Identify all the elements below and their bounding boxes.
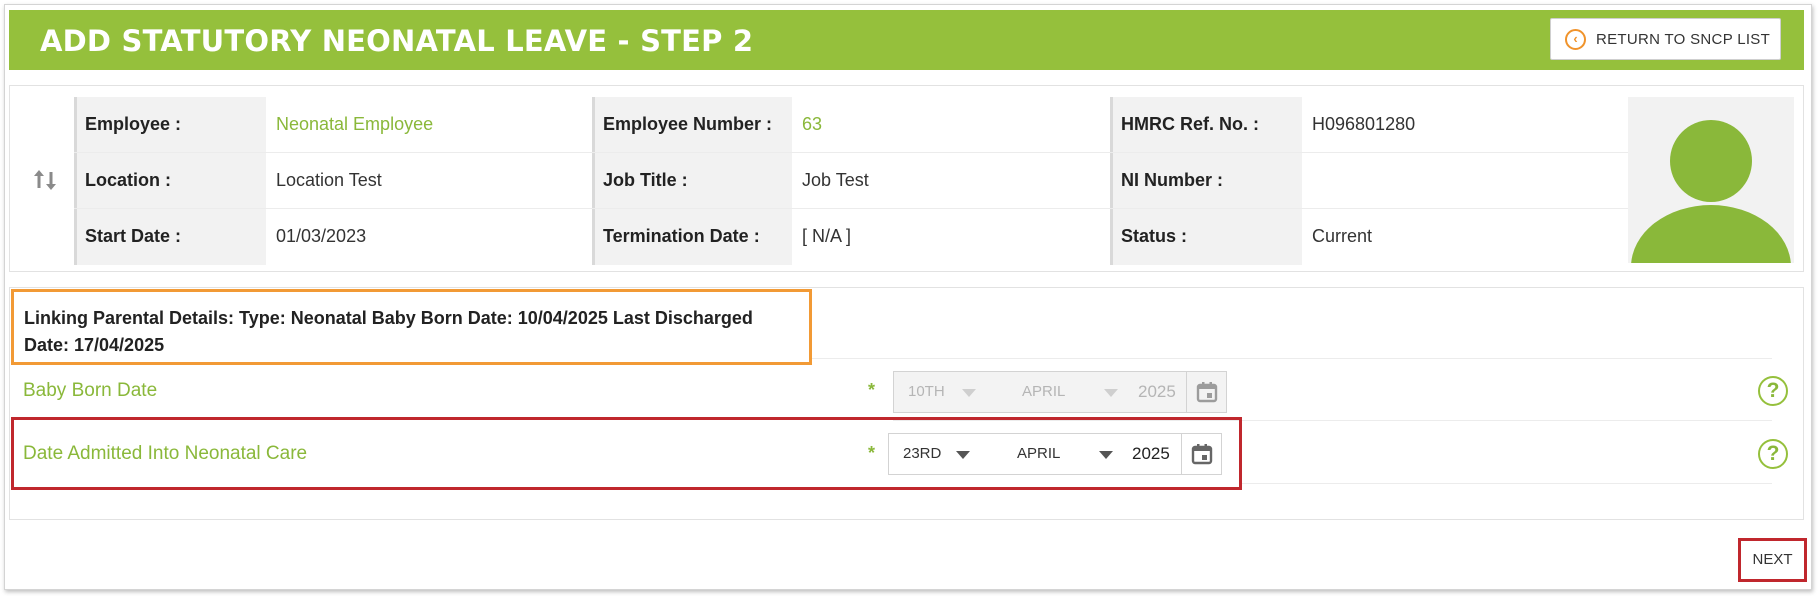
swap-vertical-icon[interactable] — [31, 166, 59, 194]
help-icon[interactable]: ? — [1758, 439, 1788, 469]
chevron-left-circle-icon: ‹ — [1565, 28, 1586, 50]
status-label: Status : — [1110, 209, 1302, 265]
date-admitted-label: Date Admitted Into Neonatal Care — [23, 443, 308, 464]
start-date-cell: Start Date : 01/03/2023 — [74, 209, 592, 265]
chevron-down-icon — [962, 389, 976, 397]
help-icon[interactable]: ? — [1758, 376, 1788, 406]
employee-summary-card: Employee : Neonatal Employee Employee Nu… — [9, 85, 1804, 272]
job-title-label: Job Title : — [592, 153, 792, 208]
admitted-year-input[interactable]: 2025 — [1132, 434, 1170, 474]
location-cell: Location : Location Test — [74, 153, 592, 208]
next-button[interactable]: NEXT — [1738, 538, 1807, 582]
location-value: Location Test — [276, 170, 382, 190]
required-asterisk: * — [868, 380, 876, 400]
date-admitted-picker: 23RD APRIL 2025 — [888, 433, 1222, 475]
chevron-down-icon[interactable] — [1099, 451, 1113, 459]
employee-label: Employee : — [74, 97, 266, 152]
baby-born-day-select: 10TH — [908, 383, 945, 400]
employee-row: Start Date : 01/03/2023 Termination Date… — [74, 209, 1630, 265]
return-button-label: RETURN TO SNCP LIST — [1596, 30, 1771, 48]
chevron-down-icon — [1104, 389, 1118, 397]
ni-number-label: NI Number : — [1110, 153, 1302, 208]
divider — [812, 358, 1772, 359]
required-asterisk: * — [868, 443, 876, 463]
hmrc-ref-cell: HMRC Ref. No. : H096801280 — [1110, 97, 1628, 152]
avatar — [1628, 97, 1794, 263]
employee-name-cell: Employee : Neonatal Employee — [74, 97, 592, 152]
ni-number-value — [1302, 153, 1628, 208]
page-title: ADD STATUTORY NEONATAL LEAVE - STEP 2 — [40, 24, 754, 58]
return-to-sncp-list-button[interactable]: ‹ RETURN TO SNCP LIST — [1550, 18, 1781, 60]
ni-number-cell: NI Number : — [1110, 153, 1628, 208]
employee-details-grid: Employee : Neonatal Employee Employee Nu… — [74, 97, 1630, 265]
termination-date-cell: Termination Date : [ N/A ] — [592, 209, 1110, 265]
user-silhouette-icon — [1631, 120, 1791, 263]
status-value: Current — [1312, 226, 1373, 246]
location-label: Location : — [74, 153, 266, 208]
hmrc-ref-value: H096801280 — [1312, 114, 1416, 134]
job-title-value: Job Test — [802, 170, 869, 190]
job-title-cell: Job Title : Job Test — [592, 153, 1110, 208]
linking-parental-details: Linking Parental Details: Type: Neonatal… — [11, 289, 812, 365]
employee-row: Employee : Neonatal Employee Employee Nu… — [74, 97, 1630, 153]
status-cell: Status : Current — [1110, 209, 1628, 265]
admitted-month-select[interactable]: APRIL — [1017, 434, 1060, 474]
divider — [1242, 483, 1772, 484]
termination-date-value: [ N/A ] — [802, 226, 852, 246]
start-date-value: 01/03/2023 — [276, 226, 367, 246]
chevron-down-icon[interactable] — [956, 451, 970, 459]
baby-born-month-select: APRIL — [1022, 383, 1066, 400]
calendar-icon — [1186, 372, 1226, 412]
calendar-icon[interactable] — [1181, 434, 1221, 474]
termination-date-label: Termination Date : — [592, 209, 792, 265]
hmrc-ref-label: HMRC Ref. No. : — [1110, 97, 1302, 152]
page-header: ADD STATUTORY NEONATAL LEAVE - STEP 2 ‹ … — [9, 10, 1804, 70]
employee-number-cell: Employee Number : 63 — [592, 97, 1110, 152]
admitted-day-select[interactable]: 23RD — [903, 434, 941, 474]
employee-number-label: Employee Number : — [592, 97, 792, 152]
employee-row: Location : Location Test Job Title : Job… — [74, 153, 1630, 209]
employee-name-link[interactable]: Neonatal Employee — [266, 97, 592, 152]
start-date-label: Start Date : — [74, 209, 266, 265]
baby-born-date-picker: 10TH APRIL 2025 — [893, 371, 1227, 413]
baby-born-year-input: 2025 — [1138, 382, 1176, 401]
baby-born-date-label: Baby Born Date — [23, 380, 158, 401]
employee-number-link[interactable]: 63 — [792, 97, 1110, 152]
